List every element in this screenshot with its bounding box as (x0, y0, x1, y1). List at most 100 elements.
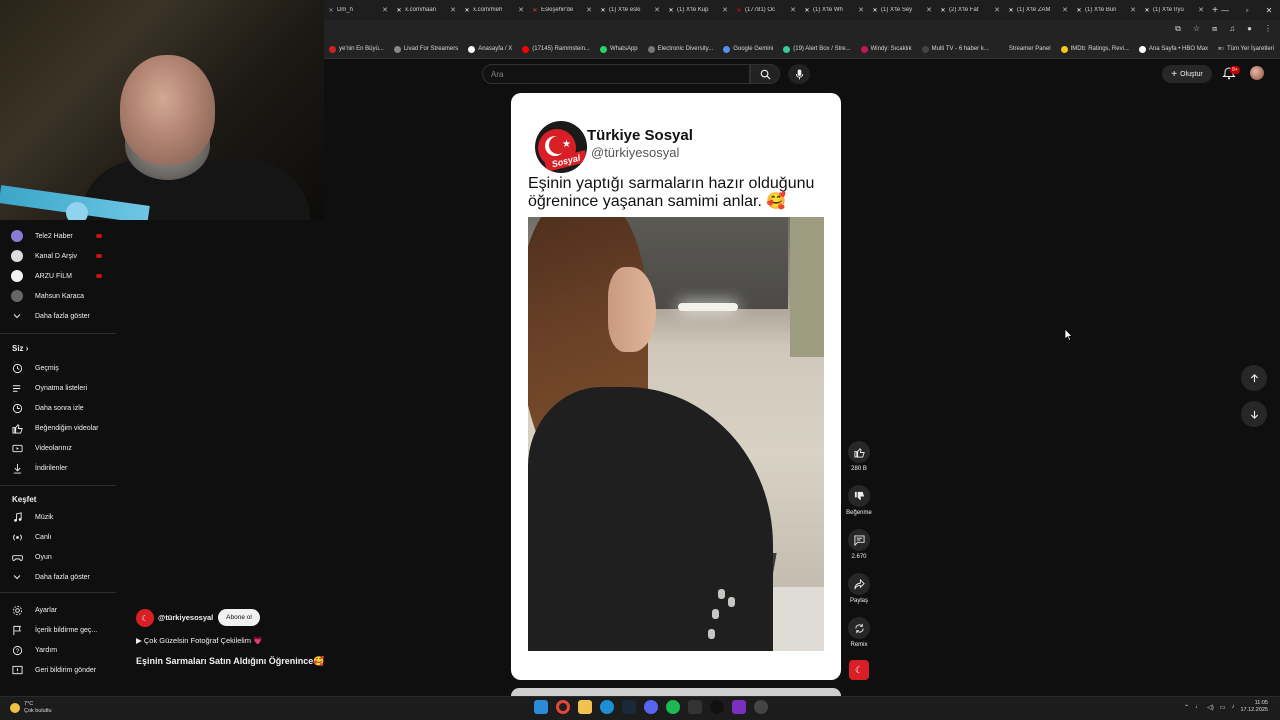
explorer-icon[interactable] (578, 700, 592, 714)
share-action[interactable]: Paylaş (844, 573, 874, 604)
sidebar-item[interactable]: ARZU FİLM (0, 267, 116, 285)
all-bookmarks-button[interactable]: ▭ Tüm Yer İşaretleri (1218, 45, 1274, 53)
bookmark-item[interactable]: ye'nin En Büyü... (324, 45, 389, 53)
browser-tab[interactable]: ✕ (1) X'te Sey ✕ (868, 2, 936, 18)
channel-handle[interactable]: @türkiyesosyal (158, 613, 213, 622)
extensions-icon[interactable]: ⧈ (1212, 24, 1217, 34)
media-icon[interactable]: ♫ (1229, 24, 1235, 34)
sidebar-item[interactable]: Müzik (0, 508, 116, 526)
tab-close-icon[interactable]: ✕ (1130, 6, 1136, 14)
browser-tab[interactable]: ✕ (1) X'te Bun ✕ (1072, 2, 1140, 18)
minimize-button[interactable]: — (1214, 0, 1236, 20)
sidebar-item[interactable]: ? Yardım (0, 641, 116, 659)
edge-icon[interactable] (600, 700, 614, 714)
account-avatar[interactable] (1250, 66, 1264, 80)
sidebar-item[interactable]: Geri bildirim gönder (0, 661, 116, 679)
short-video-player[interactable]: ★ Sosyal Türkiye Sosyal @türkiyesosyal E… (511, 93, 841, 680)
browser-tab[interactable]: ✕ x.com/haan ✕ (392, 2, 460, 18)
steam-icon[interactable] (622, 700, 636, 714)
tab-close-icon[interactable]: ✕ (586, 6, 592, 14)
sidebar-item[interactable]: Ayarlar (0, 601, 116, 619)
voice-search-button[interactable] (788, 64, 810, 84)
sidebar-item[interactable]: Oyun (0, 548, 116, 566)
gear-app-icon[interactable] (754, 700, 768, 714)
comment-action[interactable]: 2.670 (844, 529, 874, 560)
dislike-action[interactable]: Beğenme (844, 485, 874, 516)
next-short-button[interactable] (1241, 401, 1267, 427)
sidebar-item[interactable]: Beğendiğim videolar (0, 419, 116, 437)
mic-tray-icon[interactable]: ♩ (1195, 704, 1201, 710)
browser-tab[interactable]: ✕ (17781) Öc ✕ (732, 2, 800, 18)
sidebar-item[interactable]: Daha sonra izle (0, 399, 116, 417)
channel-avatar[interactable]: ☾ (136, 609, 154, 627)
tab-close-icon[interactable]: ✕ (790, 6, 796, 14)
volume-icon[interactable]: ♪ (1231, 704, 1234, 710)
weather-widget[interactable]: 7°C Çok bulutlu (10, 701, 52, 714)
browser-tab[interactable]: ✕ Eskişehir'de ✕ (528, 2, 596, 18)
bookmark-item[interactable]: (17145) Rammstein... (517, 45, 595, 53)
sound-link[interactable]: ▶ Çok Güzelsin Fotoğraf Çekilelim 💗 (136, 636, 262, 645)
search-input[interactable]: Ara (482, 64, 750, 84)
sidebar-item[interactable]: Daha fazla göster (0, 307, 116, 325)
like-action[interactable]: 280 B (844, 441, 874, 472)
discord-icon[interactable] (644, 700, 658, 714)
sidebar-item[interactable]: Daha fazla göster (0, 568, 116, 586)
browser-tab[interactable]: ✕ (1) X'te ZAM ✕ (1004, 2, 1072, 18)
browser-tab[interactable]: ✕ (2) X'te Fat ✕ (936, 2, 1004, 18)
sidebar-item[interactable]: Kanal D Arşiv (0, 247, 116, 265)
sidebar-item[interactable]: Oynatma listeleri (0, 379, 116, 397)
browser-tab[interactable]: ✕ (1) X'te Iryu ✕ (1140, 2, 1208, 18)
tab-close-icon[interactable]: ✕ (722, 6, 728, 14)
bookmark-item[interactable]: (19) Alert Box / Stre... (778, 45, 855, 53)
tab-close-icon[interactable]: ✕ (382, 6, 388, 14)
streamer-app-icon[interactable] (732, 700, 746, 714)
start-icon[interactable] (534, 700, 548, 714)
tab-close-icon[interactable]: ✕ (518, 6, 524, 14)
tab-close-icon[interactable]: ✕ (858, 6, 864, 14)
tab-close-icon[interactable]: ✕ (1198, 6, 1204, 14)
bookmark-item[interactable]: Anasayfa / X (463, 45, 517, 53)
epic-icon[interactable] (688, 700, 702, 714)
bookmark-item[interactable]: Streamer Panel (994, 45, 1056, 53)
sidebar-item[interactable]: Tele2 Haber (0, 227, 116, 245)
bookmark-item[interactable]: Ana Sayfa • HBO Max (1134, 45, 1213, 53)
dislike-button[interactable] (848, 485, 870, 507)
tray-chevron-icon[interactable]: ⌃ (1184, 704, 1189, 711)
tab-close-icon[interactable]: ✕ (926, 6, 932, 14)
remix-button[interactable] (848, 617, 870, 639)
bookmark-item[interactable]: WhatsApp (595, 45, 643, 53)
maximize-button[interactable]: ▫ (1236, 0, 1258, 20)
sidebar-item[interactable]: Mahsun Karaca (0, 287, 116, 305)
sidebar-item[interactable]: Videolarınız (0, 439, 116, 457)
sidebar-item[interactable]: İndirilenler (0, 459, 116, 477)
search-button[interactable] (750, 64, 780, 84)
spotify-icon[interactable] (666, 700, 680, 714)
install-icon[interactable]: ⧉ (1175, 24, 1181, 34)
close-window-button[interactable]: ✕ (1258, 0, 1280, 20)
previous-short-button[interactable] (1241, 365, 1267, 391)
tab-close-icon[interactable]: ✕ (450, 6, 456, 14)
clock[interactable]: 11:05 17.12.2025 (1240, 700, 1268, 714)
bookmark-item[interactable]: Multi TV - 6 haber k... (917, 45, 994, 53)
create-button[interactable]: + Oluştur (1162, 65, 1212, 83)
channel-thumbnail-icon[interactable]: ☾ (849, 660, 869, 680)
speaker-tray-icon[interactable]: ◁) (1207, 704, 1214, 711)
browser-tab[interactable]: ✕ (1) X'te Kup ✕ (664, 2, 732, 18)
share-button[interactable] (848, 573, 870, 595)
browser-tab[interactable]: ✕ (1) X'te eski ✕ (596, 2, 664, 18)
remix-action[interactable]: Remix (844, 617, 874, 648)
bookmark-item[interactable]: Windy: Sıcaklık (856, 45, 917, 53)
profile-icon[interactable]: ● (1247, 24, 1252, 34)
you-section-heading[interactable]: Siz › (12, 344, 28, 353)
sidebar-item[interactable]: İçerik bildirme geç... (0, 621, 116, 639)
browser-tab[interactable]: ✕ x.com/meh ✕ (460, 2, 528, 18)
bookmark-item[interactable]: IMDb: Ratings, Revi... (1056, 45, 1134, 53)
bookmark-item[interactable]: Google Gemini (718, 45, 778, 53)
comment-button[interactable] (848, 529, 870, 551)
sidebar-item[interactable]: Canlı (0, 528, 116, 546)
network-icon[interactable]: ▭ (1220, 704, 1226, 711)
video-frame[interactable] (528, 217, 824, 651)
tab-close-icon[interactable]: ✕ (654, 6, 660, 14)
tab-close-icon[interactable]: ✕ (994, 6, 1000, 14)
browser-tab[interactable]: ✕ (1) X'te Wh ✕ (800, 2, 868, 18)
